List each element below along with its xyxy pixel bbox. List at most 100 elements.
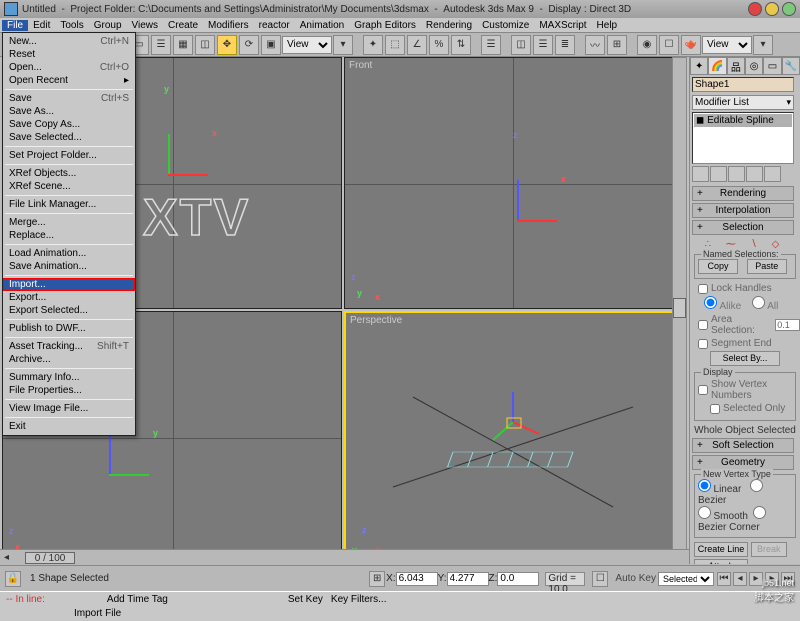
maximize-icon[interactable] [782, 2, 796, 16]
lock-icon[interactable]: 🔒 [5, 571, 21, 587]
utilities-tab-icon[interactable]: 🔧 [782, 57, 800, 75]
snap-icon[interactable]: ⬚ [385, 35, 405, 55]
select-name-icon[interactable]: ☰ [151, 35, 171, 55]
render-icon[interactable]: ▾ [753, 35, 773, 55]
file-menu[interactable]: New...Ctrl+NResetOpen...Ctrl+OOpen Recen… [2, 32, 136, 436]
file-menu-open-[interactable]: Open...Ctrl+O [3, 61, 135, 74]
rollout-rendering[interactable]: Rendering [692, 186, 794, 201]
file-menu-open-recent[interactable]: Open Recent▸ [3, 74, 135, 87]
curve-editor-icon[interactable]: 〰 [585, 35, 605, 55]
rollout-soft[interactable]: Soft Selection [692, 438, 794, 453]
menu-modifiers[interactable]: Modifiers [203, 20, 254, 31]
render-scene-icon[interactable]: ☐ [659, 35, 679, 55]
motion-tab-icon[interactable]: ◎ [745, 57, 763, 75]
quick-render-icon[interactable]: 🫖 [681, 35, 701, 55]
menu-views[interactable]: Views [127, 20, 164, 31]
file-menu-export-[interactable]: Export... [3, 291, 135, 304]
object-name[interactable] [692, 77, 794, 92]
viewport-front[interactable]: Front x z y x z [344, 57, 682, 309]
file-menu-save-copy-as-[interactable]: Save Copy As... [3, 118, 135, 131]
align-icon[interactable]: ☰ [533, 35, 553, 55]
play-prev-icon[interactable]: ◂ [733, 572, 747, 586]
named-sel-icon[interactable]: ☰ [481, 35, 501, 55]
modifier-stack[interactable]: ◼ Editable Spline [692, 112, 794, 164]
manipulate-icon[interactable]: ✦ [363, 35, 383, 55]
menu-create[interactable]: Create [163, 20, 203, 31]
hierarchy-tab-icon[interactable]: 品 [727, 57, 745, 75]
panel-scrollbar[interactable] [672, 57, 687, 564]
viewport-perspective[interactable]: Perspective x y z [344, 311, 682, 563]
set-key[interactable]: Set Key [288, 594, 323, 605]
file-menu-save-selected-[interactable]: Save Selected... [3, 131, 135, 144]
key-filters[interactable]: Key Filters... [331, 594, 387, 605]
key-mode[interactable]: Selected [658, 572, 714, 586]
menu-edit[interactable]: Edit [28, 20, 55, 31]
file-menu-archive-[interactable]: Archive... [3, 353, 135, 366]
rollout-selection[interactable]: Selection [692, 220, 794, 235]
modifier-list[interactable]: Modifier List [692, 95, 794, 110]
remove-mod-icon[interactable] [746, 166, 763, 182]
copy-button[interactable]: Copy [698, 259, 738, 274]
file-menu-save[interactable]: SaveCtrl+S [3, 92, 135, 105]
menu-animation[interactable]: Animation [295, 20, 349, 31]
file-menu-asset-tracking-[interactable]: Asset Tracking...Shift+T [3, 340, 135, 353]
segment-end[interactable] [698, 339, 708, 349]
attach-button[interactable]: Attach [694, 559, 748, 564]
menu-tools[interactable]: Tools [55, 20, 88, 31]
paste-button[interactable]: Paste [747, 259, 787, 274]
menu-maxscript[interactable]: MAXScript [534, 20, 591, 31]
file-menu-file-properties-[interactable]: File Properties... [3, 384, 135, 397]
rollout-interpolation[interactable]: Interpolation [692, 203, 794, 218]
file-menu-save-as-[interactable]: Save As... [3, 105, 135, 118]
file-menu-replace-[interactable]: Replace... [3, 229, 135, 242]
angle-snap-icon[interactable]: ∠ [407, 35, 427, 55]
pin-stack-icon[interactable] [692, 166, 709, 182]
file-menu-save-animation-[interactable]: Save Animation... [3, 260, 135, 273]
rotate-icon[interactable]: ⟳ [239, 35, 259, 55]
menu-customize[interactable]: Customize [477, 20, 534, 31]
file-menu-export-selected-[interactable]: Export Selected... [3, 304, 135, 317]
spinner-snap-icon[interactable]: ⇅ [451, 35, 471, 55]
break-button[interactable]: Break [751, 542, 787, 557]
ref-coord[interactable]: View [282, 36, 332, 54]
menu-graph editors[interactable]: Graph Editors [349, 20, 421, 31]
select-by-button[interactable]: Select By... [710, 351, 780, 366]
menu-reactor[interactable]: reactor [254, 20, 295, 31]
time-tag[interactable]: Add Time Tag [107, 594, 168, 605]
scale-icon[interactable]: ▣ [261, 35, 281, 55]
area-selection[interactable] [698, 320, 708, 330]
time-slider[interactable]: ◂ 0 / 100 ▸ [0, 549, 800, 565]
time-thumb[interactable]: 0 / 100 [25, 552, 75, 564]
abs-rel-icon[interactable]: ⊞ [369, 571, 385, 587]
auto-key[interactable]: Auto Key [615, 573, 656, 584]
isolate-icon[interactable]: ☐ [592, 571, 608, 587]
material-editor-icon[interactable]: ◉ [637, 35, 657, 55]
file-menu-xref-objects-[interactable]: XRef Objects... [3, 167, 135, 180]
create-line-button[interactable]: Create Line [694, 542, 748, 557]
create-tab-icon[interactable]: ✦ [690, 57, 708, 75]
file-menu-summary-info-[interactable]: Summary Info... [3, 371, 135, 384]
file-menu-publish-to-dwf-[interactable]: Publish to DWF... [3, 322, 135, 335]
select-region-icon[interactable]: ▦ [173, 35, 193, 55]
menu-group[interactable]: Group [89, 20, 127, 31]
close-icon[interactable] [748, 2, 762, 16]
file-menu-view-image-file-[interactable]: View Image File... [3, 402, 135, 415]
percent-snap-icon[interactable]: % [429, 35, 449, 55]
menu-rendering[interactable]: Rendering [421, 20, 477, 31]
file-menu-reset[interactable]: Reset [3, 48, 135, 61]
play-start-icon[interactable]: ⏮ [717, 572, 731, 586]
lock-handles[interactable] [698, 284, 708, 294]
file-menu-exit[interactable]: Exit [3, 420, 135, 433]
pivot-icon[interactable]: ▾ [333, 35, 353, 55]
menu-bar[interactable]: FileEditToolsGroupViewsCreateModifiersre… [0, 18, 800, 33]
render-preset[interactable]: View [702, 36, 752, 54]
menu-file[interactable]: File [2, 20, 28, 31]
file-menu-file-link-manager-[interactable]: File Link Manager... [3, 198, 135, 211]
move-icon[interactable]: ✥ [217, 35, 237, 55]
file-menu-set-project-folder-[interactable]: Set Project Folder... [3, 149, 135, 162]
minimize-icon[interactable] [765, 2, 779, 16]
z-input[interactable] [497, 572, 539, 586]
show-result-icon[interactable] [710, 166, 727, 182]
y-input[interactable] [447, 572, 489, 586]
rollout-geometry[interactable]: Geometry [692, 455, 794, 470]
